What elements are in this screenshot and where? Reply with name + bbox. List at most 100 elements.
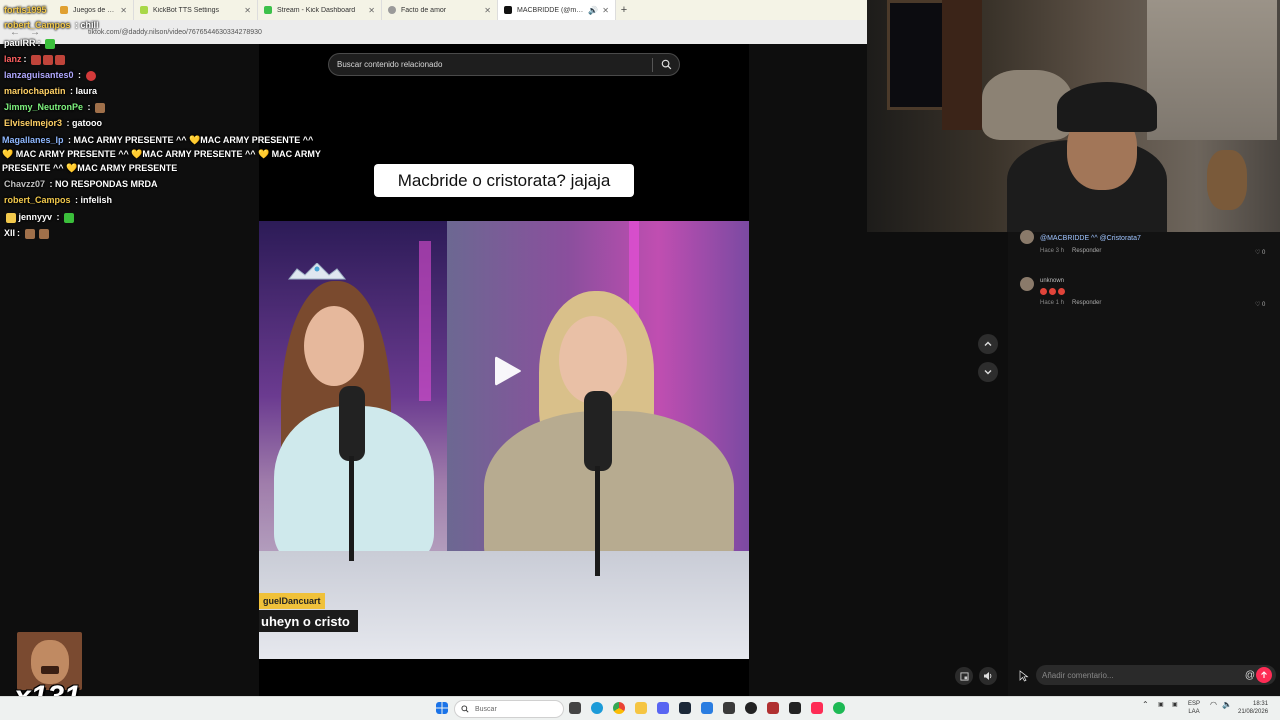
mic-stand bbox=[595, 466, 600, 576]
windows-start-icon[interactable] bbox=[436, 702, 448, 714]
emote-icon bbox=[1049, 288, 1056, 295]
chat-username: lanzaguisantes0 bbox=[4, 70, 74, 80]
search-button[interactable] bbox=[653, 55, 679, 75]
wifi-icon[interactable]: ◠ bbox=[1210, 701, 1217, 709]
next-video-button[interactable] bbox=[978, 362, 998, 382]
video-subtitle: uheyn o cristo bbox=[259, 610, 358, 632]
add-comment-input[interactable]: Añadir comentario... @ bbox=[1036, 665, 1276, 685]
volume-button[interactable] bbox=[979, 667, 997, 685]
previous-video-button[interactable] bbox=[978, 334, 998, 354]
reply-button[interactable]: Responder bbox=[1072, 248, 1101, 254]
chat-message: Chavzz07 : NO RESPONDAS MRDA bbox=[4, 179, 158, 189]
chat-message: robert_Campos : infelish bbox=[4, 195, 113, 205]
play-icon[interactable] bbox=[493, 355, 523, 387]
related-search-box[interactable]: Buscar contenido relacionado bbox=[328, 53, 680, 76]
edge-icon[interactable] bbox=[591, 702, 603, 714]
task-view-icon[interactable] bbox=[569, 702, 581, 714]
emote-icon bbox=[64, 212, 75, 223]
chat-username: Chavzz07 bbox=[4, 179, 46, 189]
emote-icon bbox=[1040, 288, 1047, 295]
like-button[interactable]: ♡ 0 bbox=[1255, 301, 1265, 308]
file-explorer-icon[interactable] bbox=[635, 702, 647, 714]
lang-top: ESP bbox=[1188, 701, 1201, 707]
chat-message: fortis1995 bbox=[4, 3, 49, 17]
woman-left-face bbox=[304, 306, 364, 386]
chat-message: Magallanes_lp : MAC ARMY PRESENTE ^^ 💛MA… bbox=[2, 135, 321, 173]
language-indicator[interactable]: ESP LAA bbox=[1188, 700, 1200, 716]
emote-icon bbox=[85, 70, 96, 81]
mouse-cursor-icon bbox=[1019, 670, 1029, 682]
steam-icon[interactable] bbox=[679, 702, 691, 714]
chevron-down-icon bbox=[984, 370, 992, 375]
microphone-left bbox=[339, 386, 365, 461]
chat-message: lanzaguisantes0 : bbox=[4, 68, 96, 82]
tab-tiktok-active[interactable]: MACBRIDDE (@macbrid 🔊 ✕ bbox=[498, 0, 616, 20]
tab-title: Facto de amor bbox=[401, 6, 447, 14]
comment-text: @MACBRIDDE ^^ @Cristorata7 bbox=[1040, 235, 1141, 242]
chat-username: paulRR bbox=[4, 38, 36, 48]
comment-author[interactable]: unknown bbox=[1040, 278, 1064, 284]
plush-toy bbox=[1207, 150, 1247, 210]
picture-in-picture-button[interactable] bbox=[955, 667, 973, 685]
close-icon[interactable]: ✕ bbox=[368, 6, 375, 15]
app-icon[interactable] bbox=[767, 702, 779, 714]
emote-face bbox=[31, 640, 69, 684]
chat-message: lanz: bbox=[4, 52, 66, 66]
tray-chevron-icon[interactable]: ⌃ bbox=[1142, 701, 1149, 709]
chat-username: Elviselmejor3 bbox=[4, 118, 63, 128]
search-icon bbox=[661, 59, 671, 70]
door bbox=[942, 0, 982, 130]
video-frame[interactable]: guelDancuart uheyn o cristo bbox=[259, 221, 749, 659]
chat-message: mariochapatin : laura bbox=[4, 86, 98, 96]
mic-stand bbox=[349, 456, 354, 561]
tray-app-icon[interactable]: ▣ bbox=[1158, 701, 1164, 709]
search-input[interactable]: Buscar contenido relacionado bbox=[337, 60, 652, 69]
comment-input-placeholder[interactable]: Añadir comentario... bbox=[1042, 671, 1245, 680]
like-button[interactable]: ♡ 0 bbox=[1255, 249, 1265, 256]
pip-icon bbox=[959, 671, 969, 681]
spotify-icon[interactable] bbox=[833, 702, 845, 714]
tiktok-icon[interactable] bbox=[811, 702, 823, 714]
chat-text: gatooo bbox=[72, 118, 103, 128]
chrome-icon[interactable] bbox=[613, 702, 625, 714]
app-icon[interactable] bbox=[701, 702, 713, 714]
reply-button[interactable]: Responder bbox=[1072, 300, 1101, 306]
chat-username: fortis1995 bbox=[4, 5, 47, 15]
new-tab-button[interactable]: + bbox=[616, 0, 632, 20]
chat-username: jennyyv bbox=[18, 212, 53, 222]
clock[interactable]: 18:31 21/08/2026 bbox=[1238, 700, 1268, 716]
chat-message: paulRR: bbox=[4, 36, 55, 50]
stream-chat: fortis1995 robert_Campos : chill paulRR:… bbox=[0, 0, 330, 260]
emote-icon bbox=[95, 102, 106, 113]
cap-icon bbox=[1057, 82, 1157, 132]
tiktok-icon bbox=[504, 6, 512, 14]
close-icon[interactable]: ✕ bbox=[602, 6, 609, 15]
speaker-icon[interactable]: 🔊 bbox=[588, 6, 598, 15]
close-icon[interactable]: ✕ bbox=[484, 6, 491, 15]
chat-message: robert_Campos : chill bbox=[4, 20, 99, 30]
neon-light bbox=[419, 241, 431, 401]
emote-icon bbox=[55, 54, 66, 65]
calculator-icon[interactable] bbox=[723, 702, 735, 714]
chat-text: laura bbox=[75, 86, 98, 96]
clock-date: 21/08/2026 bbox=[1238, 709, 1269, 715]
discord-icon[interactable] bbox=[657, 702, 669, 714]
taskbar-search-text[interactable]: Buscar bbox=[475, 706, 497, 713]
avatar[interactable] bbox=[1020, 230, 1034, 244]
shelf bbox=[1147, 0, 1277, 140]
mention-button[interactable]: @ bbox=[1245, 670, 1255, 681]
chat-text: NO RESPONDAS MRDA bbox=[55, 179, 158, 189]
obs-icon[interactable] bbox=[745, 702, 757, 714]
tray-app-icon[interactable]: ▣ bbox=[1172, 701, 1178, 709]
send-button[interactable] bbox=[1256, 667, 1272, 683]
volume-icon[interactable]: 🔈 bbox=[1222, 701, 1232, 709]
tab-facto-de-amor[interactable]: Facto de amor ✕ bbox=[382, 0, 498, 20]
tab-title: MACBRIDDE (@macbrid bbox=[517, 6, 584, 14]
taskbar-search[interactable]: Buscar bbox=[454, 700, 564, 718]
taskbar: Buscar ⌃ ▣ ▣ ESP LAA ◠ 🔈 18:31 21/08/202… bbox=[0, 696, 1280, 720]
chat-text: chill bbox=[80, 20, 99, 30]
app-icon[interactable] bbox=[789, 702, 801, 714]
tiara-icon bbox=[287, 263, 347, 280]
avatar[interactable] bbox=[1020, 277, 1034, 291]
lang-bottom: LAA bbox=[1188, 709, 1200, 715]
